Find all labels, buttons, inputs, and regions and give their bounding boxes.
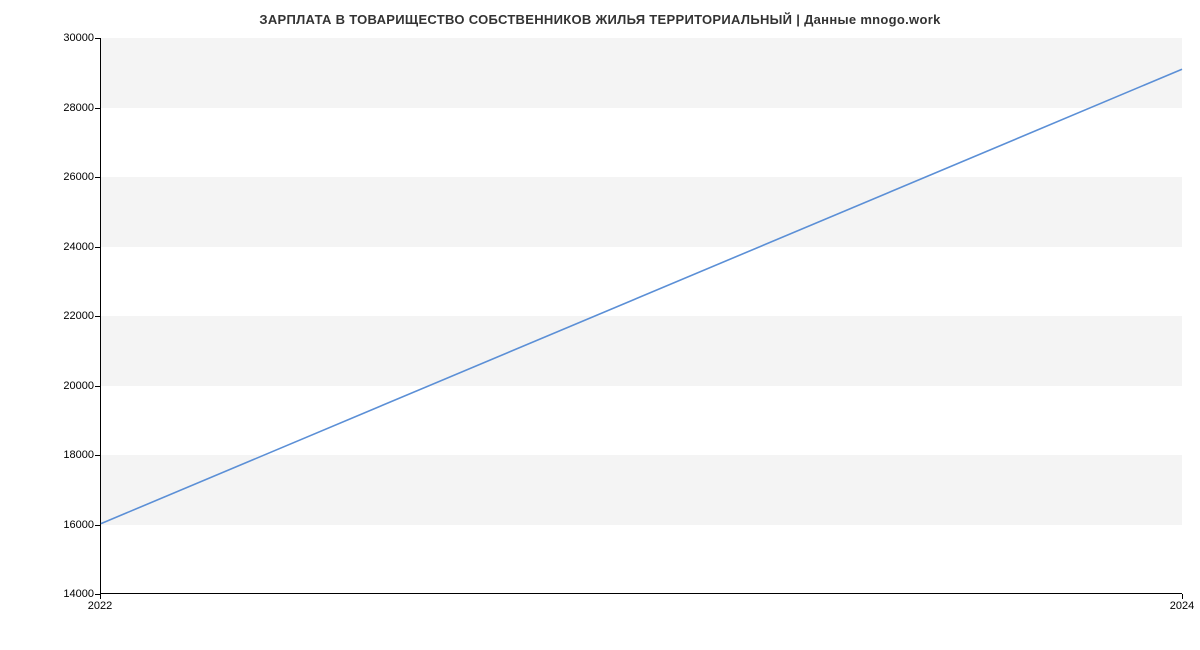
y-tick-label: 14000 xyxy=(34,588,94,600)
y-tick-label: 20000 xyxy=(34,380,94,392)
y-tick-label: 30000 xyxy=(34,32,94,44)
x-tick-label: 2024 xyxy=(1170,600,1194,612)
chart-line-layer xyxy=(101,38,1182,593)
y-tick-label: 24000 xyxy=(34,241,94,253)
x-tick-mark xyxy=(100,594,101,599)
y-tick-mark xyxy=(95,177,100,178)
y-tick-mark xyxy=(95,386,100,387)
chart-container: ЗАРПЛАТА В ТОВАРИЩЕСТВО СОБСТВЕННИКОВ ЖИ… xyxy=(0,0,1200,650)
y-tick-mark xyxy=(95,525,100,526)
y-tick-mark xyxy=(95,38,100,39)
data-line xyxy=(101,69,1182,523)
y-tick-mark xyxy=(95,247,100,248)
x-tick-mark xyxy=(1182,594,1183,599)
y-tick-label: 26000 xyxy=(34,171,94,183)
y-tick-label: 22000 xyxy=(34,310,94,322)
y-tick-mark xyxy=(95,108,100,109)
y-tick-mark xyxy=(95,316,100,317)
chart-title: ЗАРПЛАТА В ТОВАРИЩЕСТВО СОБСТВЕННИКОВ ЖИ… xyxy=(0,12,1200,27)
y-tick-label: 28000 xyxy=(34,102,94,114)
y-tick-label: 16000 xyxy=(34,519,94,531)
y-tick-label: 18000 xyxy=(34,449,94,461)
x-tick-label: 2022 xyxy=(88,600,112,612)
y-tick-mark xyxy=(95,455,100,456)
plot-area xyxy=(100,38,1182,594)
